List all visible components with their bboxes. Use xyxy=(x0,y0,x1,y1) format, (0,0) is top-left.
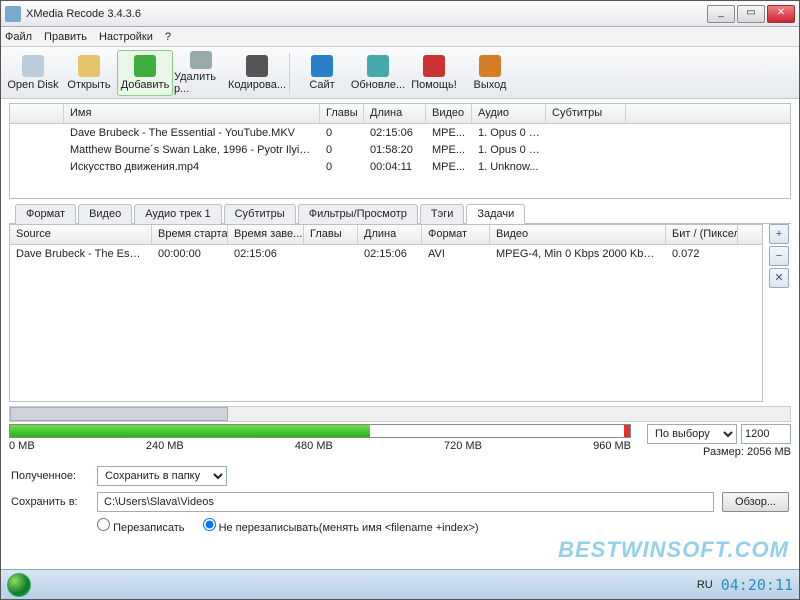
tab-Аудио трек 1[interactable]: Аудио трек 1 xyxy=(134,204,221,224)
tasks-panel: SourceВремя стартаВремя заве...ГлавыДлин… xyxy=(9,224,763,402)
watermark: BESTWINSOFT.COM xyxy=(558,537,789,563)
save-path: C:\Users\Slava\Videos xyxy=(97,492,714,512)
tasks-hscrollbar[interactable] xyxy=(9,406,791,422)
menu-Править[interactable]: Править xyxy=(44,31,87,43)
file-col[interactable]: Аудио xyxy=(472,104,546,123)
file-row[interactable]: Matthew Bourne´s Swan Lake, 1996 - Pyotr… xyxy=(10,141,790,158)
start-orb[interactable] xyxy=(7,573,31,597)
file-list-body[interactable]: Dave Brubeck - The Essential - YouTube.M… xyxy=(10,124,790,175)
output-settings: Полученное: Сохранить в папку Сохранить … xyxy=(1,462,799,538)
size-mode-select[interactable]: По выбору xyxy=(647,424,737,444)
task-col[interactable]: Главы xyxy=(304,225,358,244)
taskbar[interactable]: RU 04:20:11 xyxy=(1,569,799,599)
system-tray[interactable]: RU 04:20:11 xyxy=(697,576,793,594)
file-col[interactable]: Главы xyxy=(320,104,364,123)
task-col[interactable]: Формат xyxy=(422,225,490,244)
toolbar-icon xyxy=(479,55,501,77)
tab-Фильтры/Просмотр[interactable]: Фильтры/Просмотр xyxy=(298,204,418,224)
tasks-body[interactable]: Dave Brubeck - The Essential - YouTu...0… xyxy=(10,245,762,262)
task-col[interactable]: Бит / (Пиксел*... xyxy=(666,225,738,244)
file-list-panel: ИмяГлавыДлинаВидеоАудиоСубтитры Dave Bru… xyxy=(9,103,791,199)
dest-mode-select[interactable]: Сохранить в папку xyxy=(97,466,227,486)
save-label: Сохранить в: xyxy=(11,496,89,508)
task-col[interactable]: Длина xyxy=(358,225,422,244)
window-title: XMedia Recode 3.4.3.6 xyxy=(26,8,707,20)
toolbar-icon xyxy=(246,55,268,77)
maximize-button[interactable]: ▭ xyxy=(737,5,765,23)
toolbar-icon xyxy=(190,51,212,69)
size-value-input[interactable] xyxy=(741,424,791,444)
menubar: Файл Править Настройки? xyxy=(1,27,799,47)
file-list-header: ИмяГлавыДлинаВидеоАудиоСубтитры xyxy=(10,104,790,124)
toolbar-Кодирова...[interactable]: Кодирова... xyxy=(229,50,285,96)
tab-Формат[interactable]: Формат xyxy=(15,204,76,224)
app-icon xyxy=(5,6,21,22)
toolbar-icon xyxy=(22,55,44,77)
toolbar-Добавить[interactable]: Добавить xyxy=(117,50,173,96)
minimize-button[interactable]: _ xyxy=(707,5,735,23)
overwrite-radio[interactable]: Перезаписать xyxy=(97,518,185,534)
no-overwrite-radio[interactable]: Не перезаписывать(менять имя <filename +… xyxy=(203,518,479,534)
add-task-button[interactable]: + xyxy=(769,224,789,244)
browse-button[interactable]: Обзор... xyxy=(722,492,789,512)
toolbar: Open DiskОткрытьДобавитьУдалить р...Коди… xyxy=(1,47,799,99)
tab-Тэги[interactable]: Тэги xyxy=(420,204,465,224)
tray-time: 04:20:11 xyxy=(721,576,793,594)
toolbar-Открыть[interactable]: Открыть xyxy=(61,50,117,96)
menu-Файл[interactable]: Файл xyxy=(5,31,32,43)
toolbar-icon xyxy=(78,55,100,77)
task-col[interactable]: Время старта xyxy=(152,225,228,244)
toolbar-Помощь![interactable]: Помощь! xyxy=(406,50,462,96)
toolbar-icon xyxy=(134,55,156,77)
toolbar-icon xyxy=(423,55,445,77)
size-total: Размер: 2056 MB xyxy=(703,446,791,458)
titlebar: XMedia Recode 3.4.3.6 _ ▭ ✕ xyxy=(1,1,799,27)
file-col[interactable]: Субтитры xyxy=(546,104,626,123)
tabs: ФорматВидеоАудио трек 1СубтитрыФильтры/П… xyxy=(9,203,791,224)
toolbar-icon xyxy=(367,55,389,77)
toolbar-icon xyxy=(311,55,333,77)
clear-tasks-button[interactable]: ✕ xyxy=(769,268,789,288)
toolbar-Open Disk[interactable]: Open Disk xyxy=(5,50,61,96)
tab-Задачи[interactable]: Задачи xyxy=(466,204,525,224)
toolbar-Обновле...[interactable]: Обновле... xyxy=(350,50,406,96)
toolbar-Выход[interactable]: Выход xyxy=(462,50,518,96)
size-bar: 0 MB240 MB480 MB720 MB960 MB По выбору Р… xyxy=(9,424,791,460)
size-progress[interactable] xyxy=(9,424,631,438)
tab-Видео[interactable]: Видео xyxy=(78,204,132,224)
file-col[interactable]: Имя xyxy=(64,104,320,123)
file-row[interactable]: Dave Brubeck - The Essential - YouTube.M… xyxy=(10,124,790,141)
menu-?[interactable]: ? xyxy=(165,31,171,43)
task-row[interactable]: Dave Brubeck - The Essential - YouTu...0… xyxy=(10,245,762,262)
toolbar-Удалить р...[interactable]: Удалить р... xyxy=(173,50,229,96)
menu-Настройки[interactable]: Настройки xyxy=(99,31,153,43)
tasks-header: SourceВремя стартаВремя заве...ГлавыДлин… xyxy=(10,225,762,245)
tray-lang[interactable]: RU xyxy=(697,579,713,591)
close-button[interactable]: ✕ xyxy=(767,5,795,23)
task-col[interactable]: Source xyxy=(10,225,152,244)
remove-task-button[interactable]: − xyxy=(769,246,789,266)
dest-label: Полученное: xyxy=(11,470,89,482)
task-col[interactable]: Видео xyxy=(490,225,666,244)
file-col[interactable] xyxy=(10,104,64,123)
file-col[interactable]: Видео xyxy=(426,104,472,123)
task-col[interactable]: Время заве... xyxy=(228,225,304,244)
file-col[interactable]: Длина xyxy=(364,104,426,123)
toolbar-Сайт[interactable]: Сайт xyxy=(294,50,350,96)
file-row[interactable]: Искусство движения.mp4000:04:11MPE...1. … xyxy=(10,158,790,175)
tab-Субтитры[interactable]: Субтитры xyxy=(224,204,296,224)
